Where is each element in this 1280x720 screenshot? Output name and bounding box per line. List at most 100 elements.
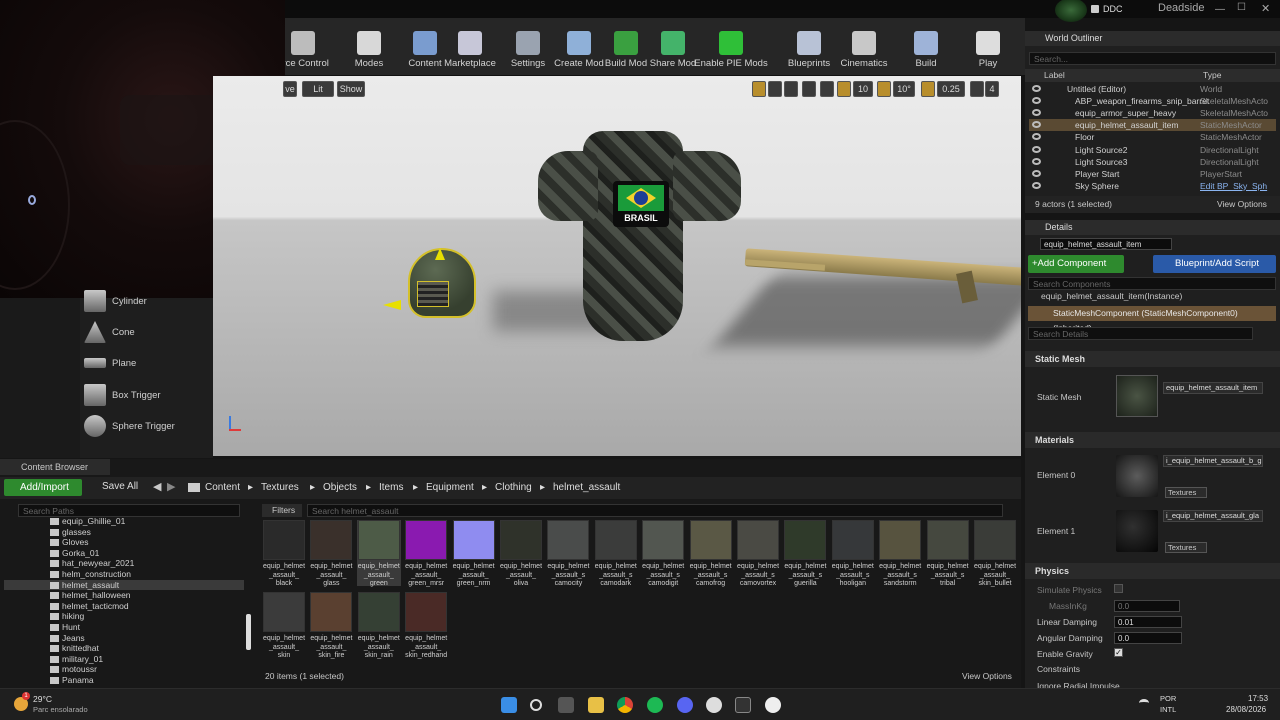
blueprint-add-script-button[interactable]: Blueprint/Add Script	[1153, 255, 1276, 273]
simulate-physics-checkbox[interactable]	[1114, 584, 1123, 593]
toolbar-play-button[interactable]: Play	[948, 18, 1028, 74]
materials-section[interactable]: Materials	[1025, 432, 1280, 448]
breadcrumb-item[interactable]: helmet_assault	[553, 482, 620, 493]
temperature[interactable]: 29°C	[33, 694, 52, 704]
asset-tile[interactable]: equip_helmet _assault_s tribal	[926, 520, 970, 587]
static-mesh-section[interactable]: Static Mesh	[1025, 351, 1280, 367]
element0-textures-dropdown[interactable]: Textures	[1165, 487, 1207, 498]
asset-tile[interactable]: equip_helmet _assault_ skin_redhand	[404, 592, 448, 659]
linear-damping-input[interactable]: 0.01	[1114, 616, 1182, 628]
visibility-eye-icon[interactable]	[1032, 109, 1041, 117]
folder-item[interactable]: helm_construction	[50, 569, 131, 579]
add-import-button[interactable]: Add/Import	[4, 479, 82, 496]
angular-damping-input[interactable]: 0.0	[1114, 632, 1182, 644]
asset-tile[interactable]: equip_helmet _assault_s camocity	[546, 520, 590, 587]
folder-item[interactable]: Gorka_01	[50, 548, 99, 558]
translate-icon[interactable]	[752, 81, 766, 97]
outliner-row[interactable]: equip_armor_super_heavy SkeletalMeshActo	[1029, 107, 1276, 119]
details-tab[interactable]: Details	[1025, 220, 1280, 235]
folder-item[interactable]: Panama	[50, 675, 94, 685]
component-instance-row[interactable]: equip_helmet_assault_item(Instance)	[1041, 291, 1182, 301]
outliner-row-type[interactable]: Edit BP_Sky_Sph	[1200, 180, 1267, 192]
component-selected-row[interactable]: StaticMeshComponent (StaticMeshComponent…	[1028, 306, 1276, 333]
folder-item[interactable]: military_01	[50, 654, 103, 664]
chrome-icon[interactable]	[617, 697, 633, 713]
back-arrow-icon[interactable]: ◀	[153, 480, 161, 493]
folder-item[interactable]: Hunt	[50, 622, 80, 632]
folder-item[interactable]: glasses	[50, 527, 91, 537]
place-item-box-trigger[interactable]: Box Trigger	[84, 383, 161, 407]
scale-snap-value[interactable]: 0.25	[937, 81, 965, 97]
close-icon[interactable]: ✕	[1261, 2, 1270, 15]
breadcrumb-item[interactable]: Clothing	[495, 482, 532, 493]
element0-thumbnail[interactable]	[1116, 455, 1158, 497]
scale-icon[interactable]	[784, 81, 798, 97]
show-button[interactable]: Show	[337, 81, 365, 97]
outliner-search-input[interactable]: Search...	[1029, 52, 1276, 65]
asset-tile[interactable]: equip_helmet _assault_s camofrog	[689, 520, 733, 587]
outliner-col-label[interactable]: Label	[1044, 70, 1065, 80]
weather-text[interactable]: Parc ensolarado	[33, 705, 88, 714]
outliner-row[interactable]: ABP_weapon_firearms_snip_barret SkeletalM…	[1029, 95, 1276, 107]
world-outliner-tab[interactable]: World Outliner	[1025, 31, 1280, 46]
windows-start-icon[interactable]	[501, 697, 517, 713]
static-mesh-thumbnail[interactable]	[1116, 375, 1158, 417]
asset-tile[interactable]: equip_helmet _assault_ green	[356, 520, 401, 587]
asset-tile[interactable]: equip_helmet _assault_ glass	[309, 520, 353, 587]
folder-scrollbar[interactable]	[246, 614, 251, 650]
scale-snap-icon[interactable]	[921, 81, 935, 97]
enable-gravity-checkbox[interactable]: ✓	[1114, 648, 1123, 657]
asset-tile[interactable]: equip_helmet _assault_s guerilla	[783, 520, 827, 587]
asset-tile[interactable]: equip_helmet _assault_ skin_bullet	[973, 520, 1017, 587]
rotation-snap-value[interactable]: 10°	[893, 81, 915, 97]
folder-item[interactable]: helmet_halloween	[50, 590, 131, 600]
rotate-icon[interactable]	[768, 81, 782, 97]
constraints-label[interactable]: Constraints	[1037, 664, 1080, 674]
visibility-eye-icon[interactable]	[1032, 145, 1041, 153]
gizmo-y-arrow[interactable]	[435, 248, 445, 260]
armor-model[interactable]	[583, 131, 683, 341]
breadcrumb-item[interactable]: Objects	[323, 482, 357, 493]
folder-item[interactable]: hat_newyear_2021	[50, 558, 134, 568]
surface-snap-icon[interactable]	[820, 81, 834, 97]
asset-tile[interactable]: equip_helmet _assault_s hooligan	[831, 520, 875, 587]
clock-date[interactable]: 28/08/2026	[1226, 705, 1266, 714]
element1-textures-dropdown[interactable]: Textures	[1165, 542, 1207, 553]
asset-tile[interactable]: equip_helmet _assault_ green_nrm	[452, 520, 496, 587]
gizmo-x-arrow[interactable]	[383, 300, 401, 310]
visibility-eye-icon[interactable]	[1032, 169, 1041, 177]
breadcrumb-item[interactable]: Equipment	[426, 482, 474, 493]
camera-speed-value[interactable]: 4	[985, 81, 999, 97]
asset-tile[interactable]: equip_helmet _assault_ skin_rain	[357, 592, 401, 659]
actor-name-input[interactable]: equip_helmet_assault_item	[1040, 238, 1172, 250]
discord-icon[interactable]	[677, 697, 693, 713]
breadcrumb-item[interactable]: Items	[379, 482, 403, 493]
place-item-cone[interactable]: Cone	[84, 320, 135, 344]
github-icon[interactable]	[706, 697, 722, 713]
static-mesh-dropdown[interactable]: equip_helmet_assault_item	[1163, 382, 1263, 394]
folder-item[interactable]: motoussr	[50, 664, 97, 674]
outliner-row[interactable]: Floor StaticMeshActor	[1029, 131, 1276, 143]
asset-tile[interactable]: equip_helmet _assault_s sandstorm	[878, 520, 922, 587]
folder-item[interactable]: Gloves	[50, 537, 88, 547]
folder-item[interactable]: equip_Ghillie_01	[50, 516, 125, 526]
folder-item[interactable]: hiking	[50, 611, 84, 621]
element1-thumbnail[interactable]	[1116, 510, 1158, 552]
search-details-input[interactable]: Search Details	[1028, 327, 1253, 340]
visibility-eye-icon[interactable]	[1032, 133, 1041, 141]
add-component-button[interactable]: +Add Component	[1028, 255, 1124, 273]
filters-button[interactable]: Filters	[262, 504, 302, 517]
green-status-icon[interactable]	[1055, 0, 1087, 22]
folder-item[interactable]: Jeans	[50, 633, 85, 643]
visibility-eye-icon[interactable]	[1032, 85, 1041, 92]
visibility-eye-icon[interactable]	[1032, 181, 1041, 189]
asset-search-input[interactable]: Search helmet_assault	[307, 504, 1003, 517]
outliner-row[interactable]: Light Source3 DirectionalLight	[1029, 156, 1276, 168]
grid-snap-icon[interactable]	[837, 81, 851, 97]
content-view-options[interactable]: View Options	[962, 671, 1012, 681]
task-view-icon[interactable]	[558, 697, 574, 713]
camera-speed-icon[interactable]	[970, 81, 984, 97]
place-item-cylinder[interactable]: Cylinder	[84, 289, 147, 313]
language-indicator-1[interactable]: POR	[1160, 694, 1176, 703]
grid-snap-value[interactable]: 10	[853, 81, 873, 97]
